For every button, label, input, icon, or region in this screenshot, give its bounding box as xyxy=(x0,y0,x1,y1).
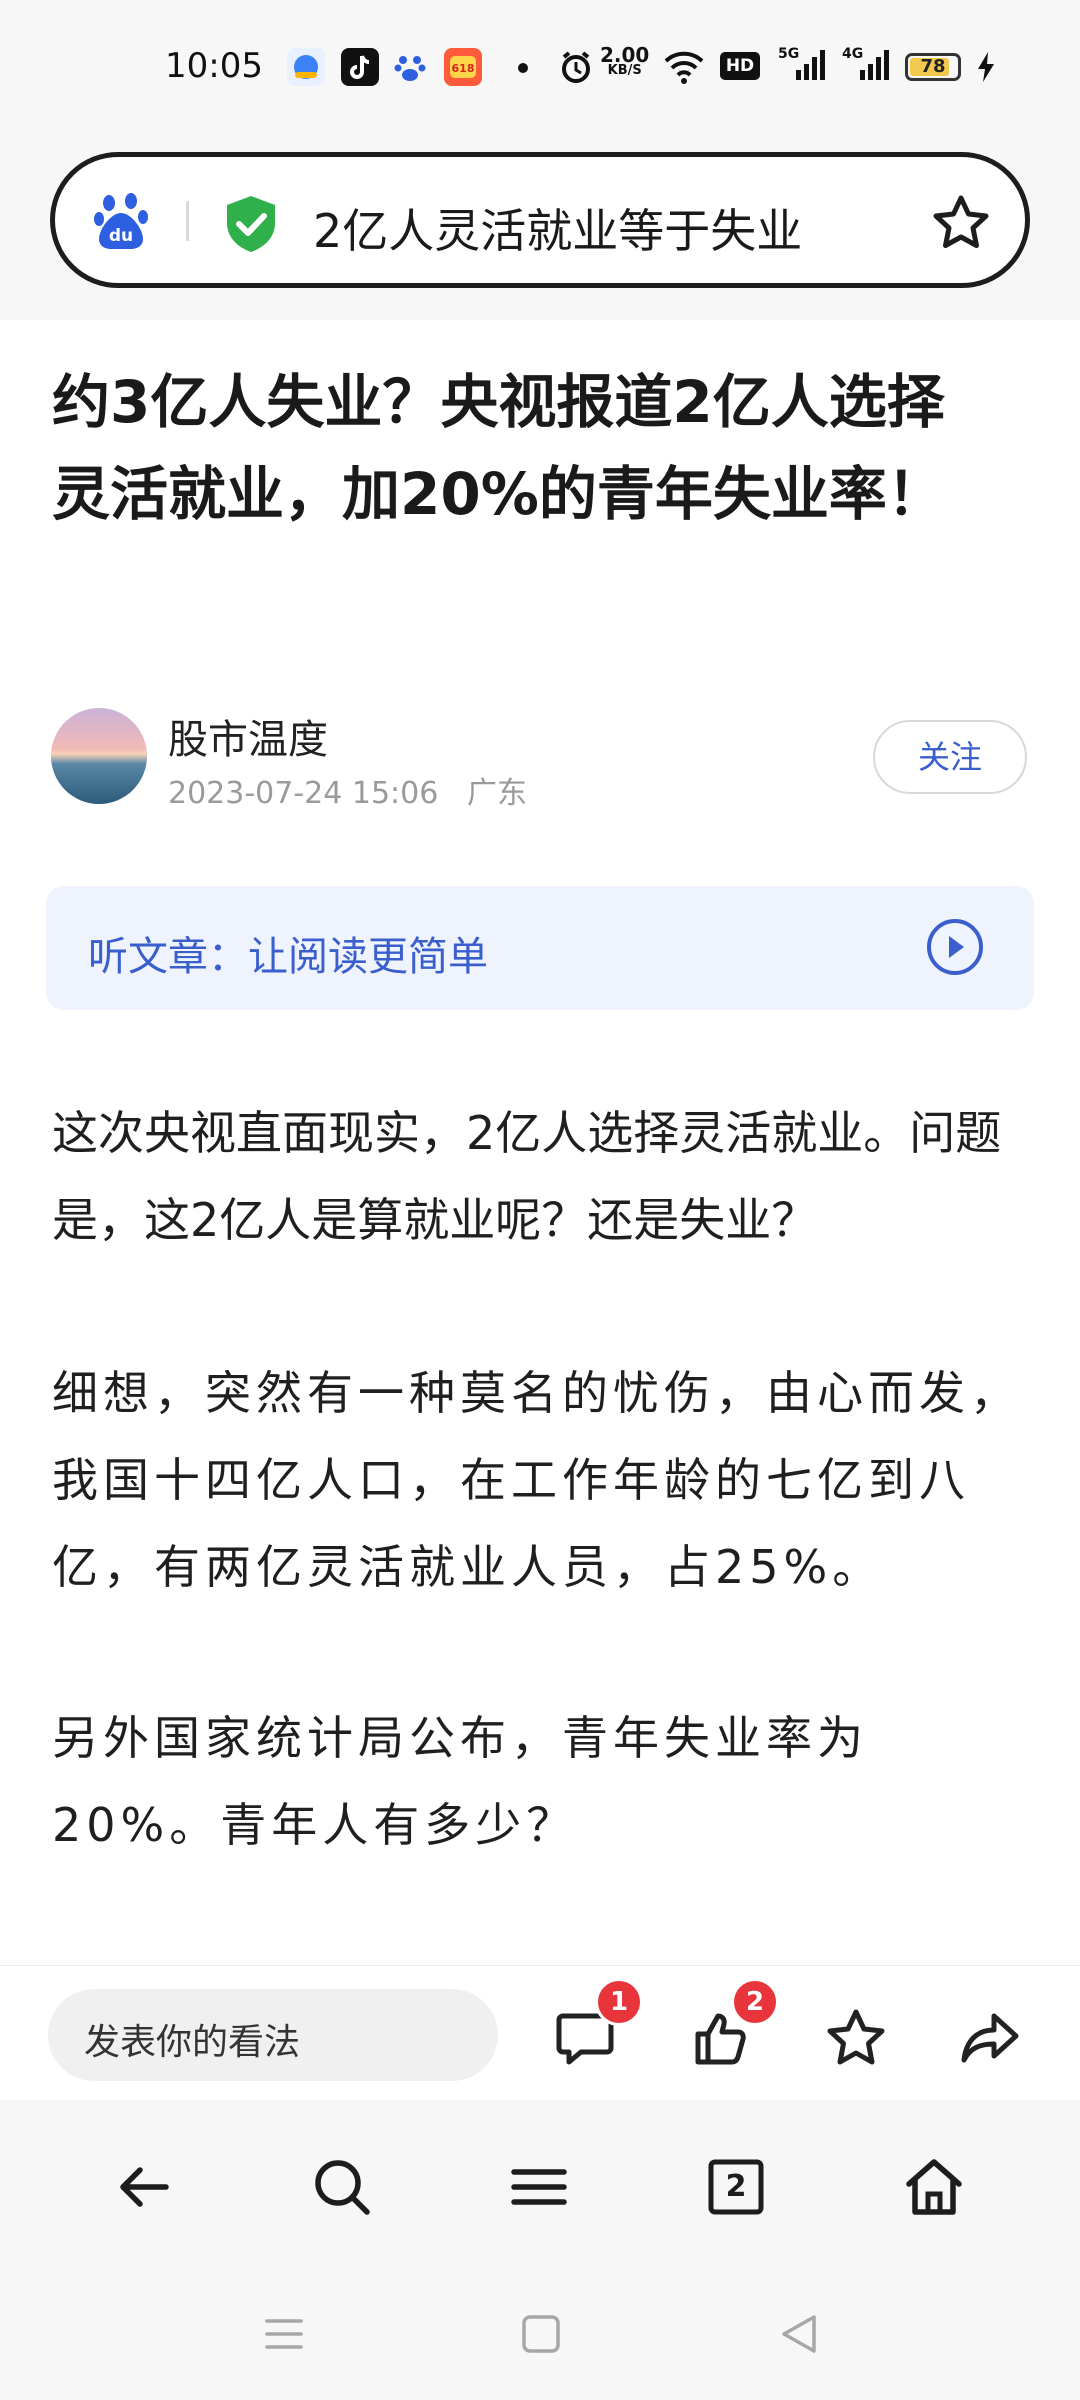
tabs-icon[interactable]: 2 xyxy=(701,2152,771,2222)
article-body: 约3亿人失业？央视报道2亿人选择灵活就业，加20%的青年失业率！ 股市温度 20… xyxy=(0,320,1080,1965)
article-paragraph-3: 另外国家统计局公布，青年失业率为20%。青年人有多少？ xyxy=(52,1711,868,1852)
listen-article-banner[interactable]: 听文章：让阅读更简单 xyxy=(46,886,1034,1010)
notification-dot xyxy=(518,63,528,73)
hd-indicator: HD xyxy=(720,52,760,80)
status-bar: 10:05 618 2.00 KB/S HD 5G 4G 78 xyxy=(0,0,1080,140)
baidu-paw-icon[interactable]: du xyxy=(93,191,157,257)
listen-article-label[interactable]: 听文章：让阅读更简单 xyxy=(88,924,488,982)
alarm-icon xyxy=(557,48,595,90)
wifi-icon xyxy=(662,49,706,89)
bookmark-star-icon[interactable] xyxy=(931,193,991,257)
follow-button[interactable]: 关注 xyxy=(873,720,1027,794)
author-avatar[interactable] xyxy=(51,708,147,804)
comment-count-badge: 1 xyxy=(595,1978,643,2026)
article-paragraph-2: 细想，突然有一种莫名的忧伤，由心而发，我国十四亿人口，在工作年龄的七亿到八亿，有… xyxy=(52,1366,1021,1594)
address-divider xyxy=(186,201,189,241)
publish-location: 广东 xyxy=(466,776,527,811)
article-paragraph-1: 这次央视直面现实，2亿人选择灵活就业。问题是，这2亿人是算就业呢？还是失业？ xyxy=(52,1106,1002,1247)
author-name[interactable]: 股市温度 xyxy=(168,707,328,765)
comment-action-bar: 发表你的看法 1 2 xyxy=(0,1965,1080,2101)
favorite-star-icon[interactable] xyxy=(824,2006,888,2070)
comment-placeholder[interactable]: 发表你的看法 xyxy=(84,2013,300,2065)
battery-icon: 78 xyxy=(905,53,961,81)
like-count-badge: 2 xyxy=(731,1978,779,2026)
address-query-text[interactable]: 2亿人灵活就业等于失业 xyxy=(313,195,802,261)
tiktok-app-icon xyxy=(341,48,379,86)
svg-text:618: 618 xyxy=(452,62,475,75)
share-arrow-icon[interactable] xyxy=(958,2006,1022,2070)
baidu-app-icon xyxy=(287,48,325,86)
signal-5g-icon: 5G xyxy=(778,46,828,88)
browser-nav-bar: 2 xyxy=(0,2100,1080,2400)
article-meta: 2023-07-24 15:06 广东 xyxy=(168,768,527,812)
shopping-app-icon: 618 xyxy=(444,48,482,86)
status-time: 10:05 xyxy=(165,46,263,86)
paw-app-icon xyxy=(391,48,429,86)
publish-date: 2023-07-24 15:06 xyxy=(168,776,439,811)
back-arrow-icon[interactable] xyxy=(110,2152,180,2222)
shield-check-icon[interactable] xyxy=(223,194,279,258)
network-speed: 2.00 KB/S xyxy=(600,43,650,78)
system-recents-icon[interactable] xyxy=(261,2311,307,2357)
system-back-icon[interactable] xyxy=(776,2311,822,2357)
search-icon[interactable] xyxy=(307,2152,377,2222)
menu-icon[interactable] xyxy=(504,2152,574,2222)
address-bar[interactable]: du 2亿人灵活就业等于失业 xyxy=(50,152,1030,288)
charging-icon xyxy=(975,50,997,88)
tab-count: 2 xyxy=(725,2169,747,2204)
system-home-icon[interactable] xyxy=(518,2311,564,2357)
play-circle-icon[interactable] xyxy=(926,918,984,976)
signal-4g-icon: 4G xyxy=(842,46,892,88)
comment-input[interactable]: 发表你的看法 xyxy=(48,1989,498,2081)
home-icon[interactable] xyxy=(899,2152,969,2222)
article-title: 约3亿人失业？央视报道2亿人选择灵活就业，加20%的青年失业率！ xyxy=(52,368,945,528)
svg-text:du: du xyxy=(109,226,133,246)
